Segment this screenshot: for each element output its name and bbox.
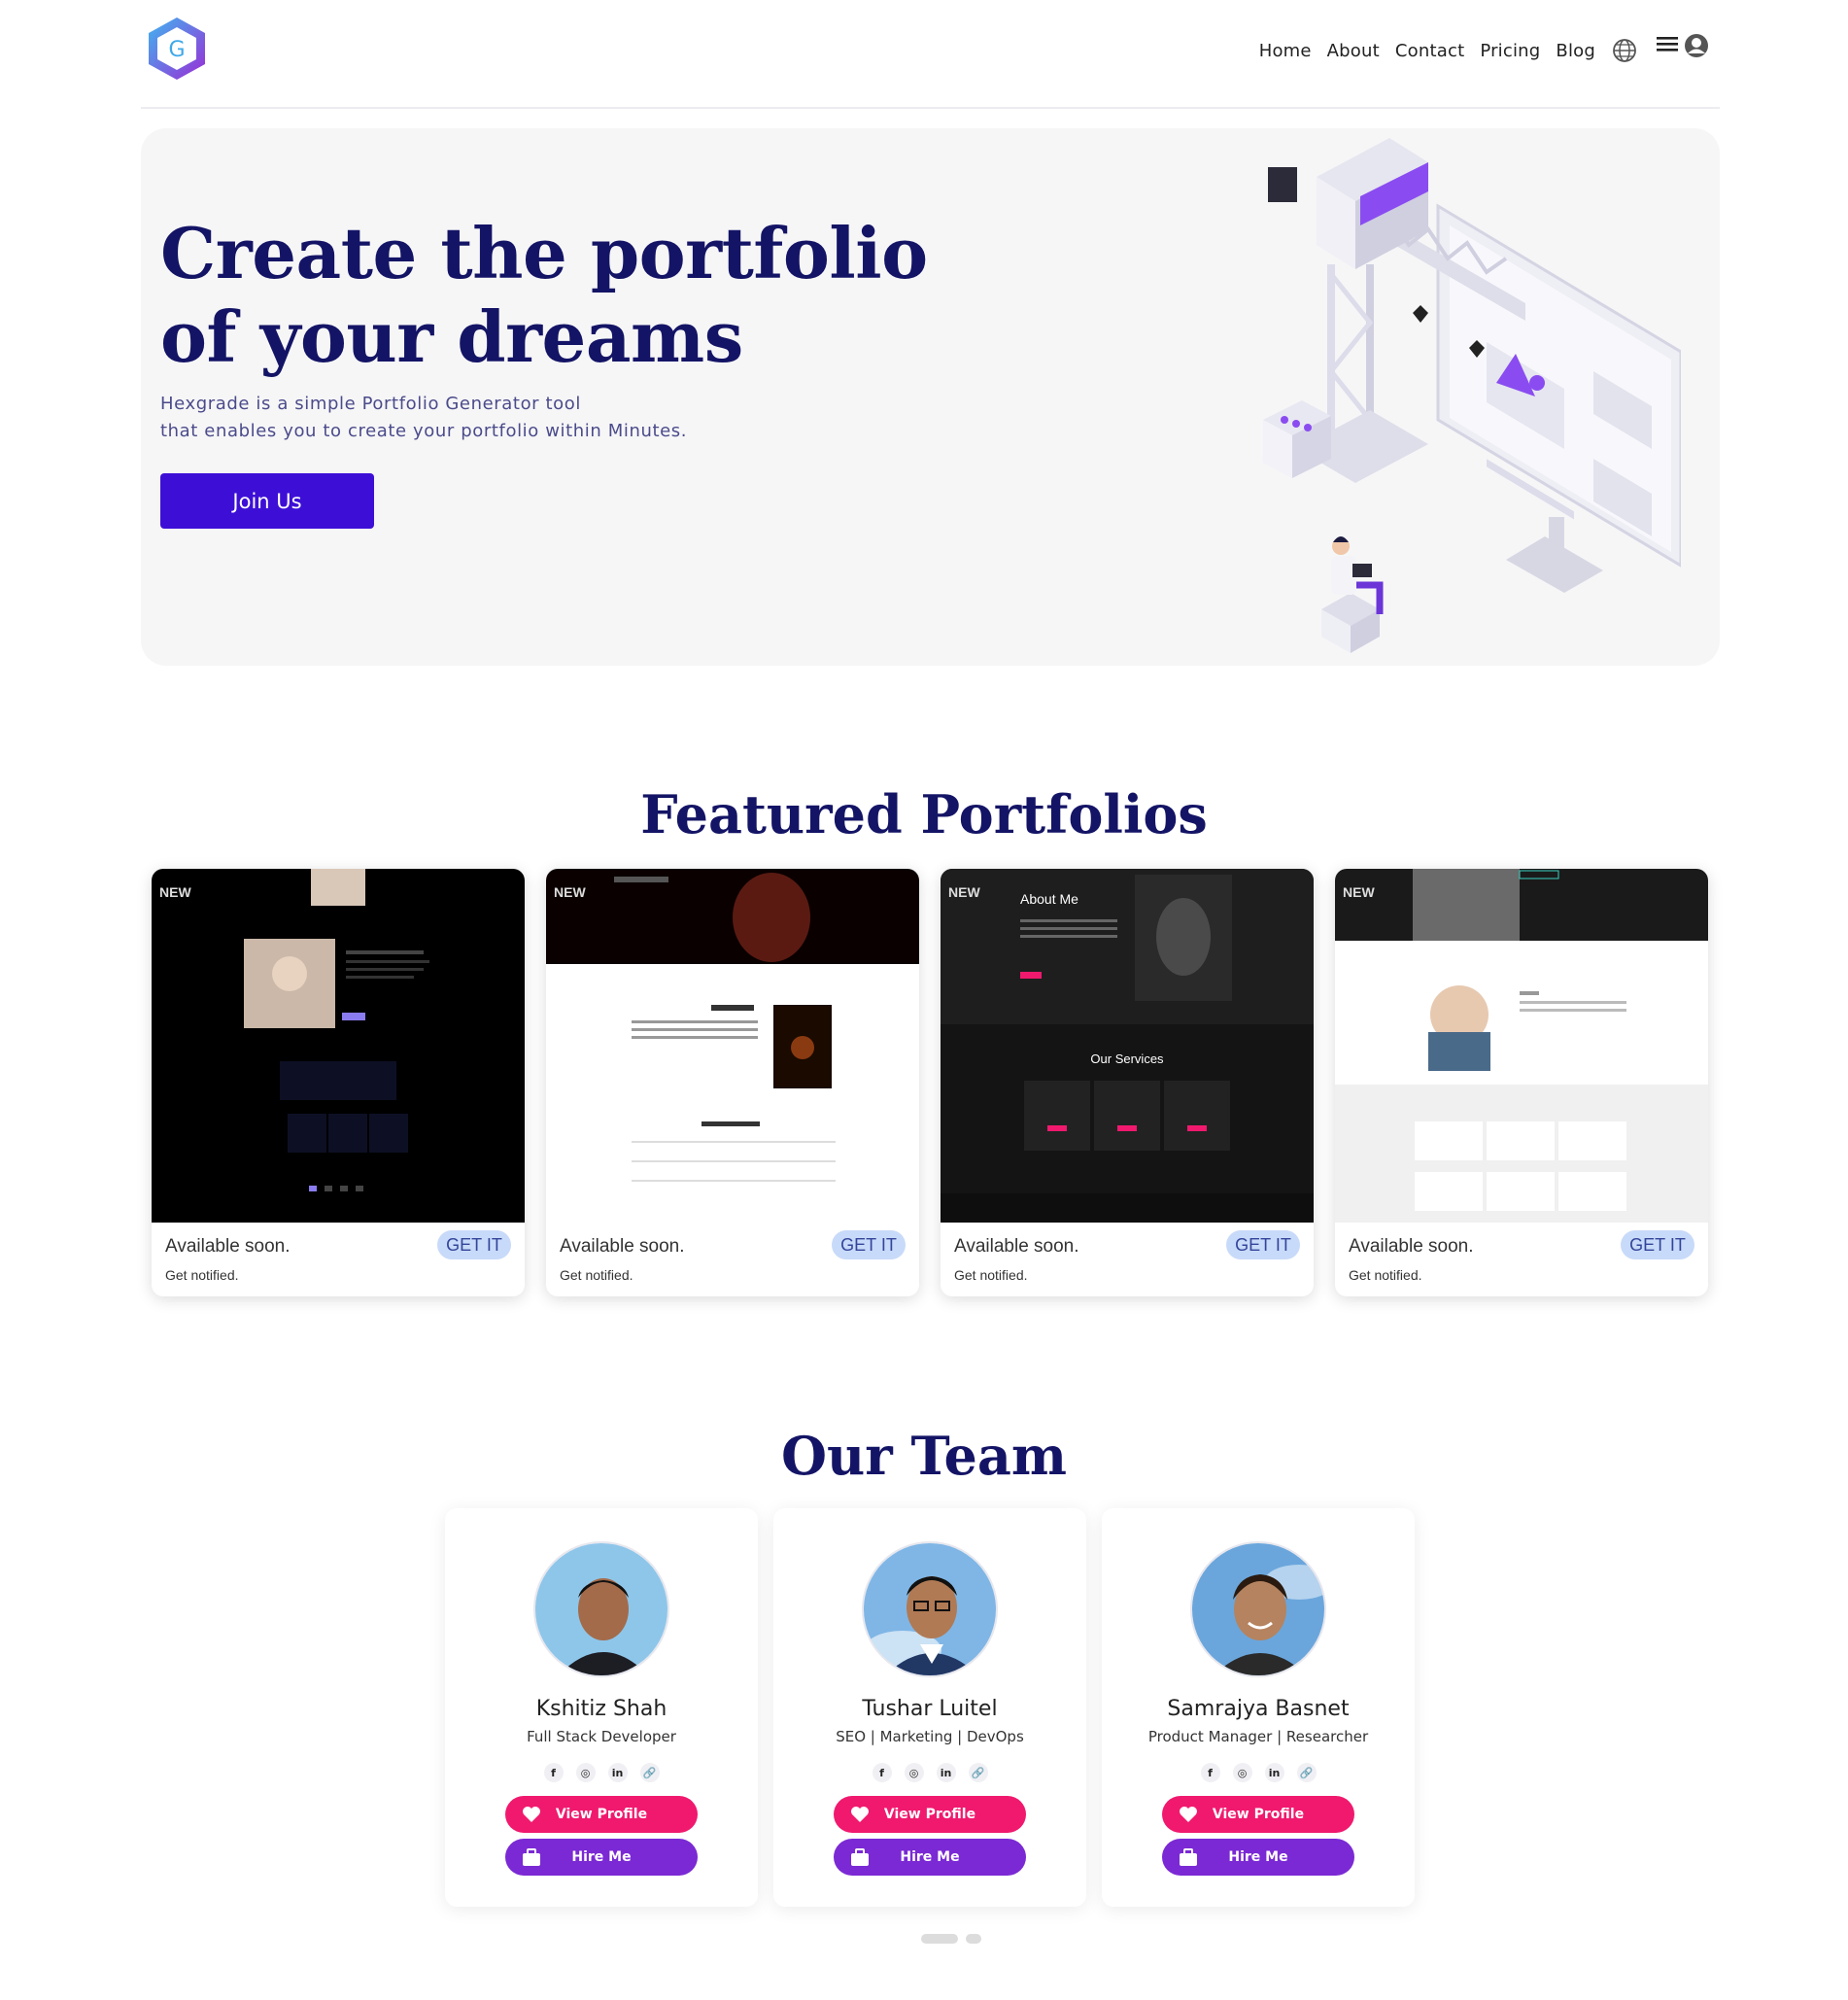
hero-title-line2: of your dreams xyxy=(160,295,743,378)
heart-icon xyxy=(1180,1807,1197,1822)
preview-section: Our Services xyxy=(1090,1052,1164,1066)
portfolio-card[interactable]: NEW Available soon. Get notified. GET IT xyxy=(1335,869,1708,1296)
instagram-icon[interactable]: ◎ xyxy=(1232,1763,1252,1782)
view-profile-label: View Profile xyxy=(1212,1807,1305,1822)
nav-pricing-link[interactable]: Pricing xyxy=(1480,41,1540,61)
hexgrade-logo-icon[interactable]: G xyxy=(145,16,209,82)
hire-me-label: Hire Me xyxy=(900,1849,960,1865)
user-icon[interactable] xyxy=(1683,32,1710,59)
featured-portfolios-title: Featured Portfolios xyxy=(640,783,1208,845)
team-card: Kshitiz Shah Full Stack Developer f ◎ in… xyxy=(445,1508,758,1907)
hamburger-menu-icon[interactable] xyxy=(1654,32,1681,59)
globe-icon[interactable] xyxy=(1611,37,1638,64)
hire-me-label: Hire Me xyxy=(571,1849,632,1865)
get-it-button[interactable]: GET IT xyxy=(1621,1230,1694,1259)
availability-text: Available soon. xyxy=(165,1236,291,1257)
portfolio-preview-image xyxy=(546,869,919,1223)
social-links: f ◎ in 🔗 xyxy=(445,1763,758,1782)
avatar xyxy=(533,1541,669,1677)
nav-home-link[interactable]: Home xyxy=(1259,41,1312,61)
availability-text: Available soon. xyxy=(1349,1236,1474,1257)
new-badge: NEW xyxy=(1343,884,1375,900)
avatar xyxy=(1190,1541,1326,1677)
join-us-button[interactable]: Join Us xyxy=(160,473,374,529)
heart-icon xyxy=(523,1807,540,1822)
get-it-button[interactable]: GET IT xyxy=(437,1230,511,1259)
carousel-dot-active[interactable] xyxy=(921,1934,958,1944)
view-profile-label: View Profile xyxy=(555,1807,648,1822)
portfolio-preview-image xyxy=(1335,869,1708,1223)
hero-title-line1: Create the portfolio xyxy=(160,212,928,294)
portfolio-preview-image: About Me Our Services xyxy=(941,869,1314,1223)
notify-text: Get notified. xyxy=(954,1267,1028,1283)
hero-section: Create the portfolio of your dreams Hexg… xyxy=(141,128,1720,666)
carousel-pagination xyxy=(921,1934,981,1944)
nav-contact-link[interactable]: Contact xyxy=(1395,41,1464,61)
link-icon[interactable]: 🔗 xyxy=(968,1763,988,1782)
new-badge: NEW xyxy=(948,884,980,900)
team-card: Samrajya Basnet Product Manager | Resear… xyxy=(1102,1508,1415,1907)
briefcase-icon xyxy=(523,1848,540,1866)
view-profile-button[interactable]: View Profile xyxy=(505,1796,698,1833)
facebook-icon[interactable]: f xyxy=(543,1763,564,1782)
crane-monitor-illustration xyxy=(1263,138,1681,653)
heart-icon xyxy=(851,1807,869,1822)
get-it-button[interactable]: GET IT xyxy=(832,1230,906,1259)
notify-text: Get notified. xyxy=(1349,1267,1422,1283)
briefcase-icon xyxy=(851,1848,869,1866)
portfolio-cards: NEW Available soon. Get notified. GET IT xyxy=(152,869,1708,1296)
our-team-title: Our Team xyxy=(780,1425,1068,1487)
facebook-icon[interactable]: f xyxy=(1200,1763,1220,1782)
nav-about-link[interactable]: About xyxy=(1327,41,1380,61)
portfolio-card[interactable]: NEW Available soon. Get notified. GET IT xyxy=(152,869,525,1296)
link-icon[interactable]: 🔗 xyxy=(1296,1763,1317,1782)
availability-text: Available soon. xyxy=(560,1236,685,1257)
hire-me-label: Hire Me xyxy=(1228,1849,1288,1865)
new-badge: NEW xyxy=(159,884,191,900)
nav-blog-link[interactable]: Blog xyxy=(1556,41,1595,61)
hero-subtitle-line2: that enables you to create your portfoli… xyxy=(160,421,688,441)
carousel-dot[interactable] xyxy=(966,1934,981,1944)
get-it-button[interactable]: GET IT xyxy=(1226,1230,1300,1259)
hire-me-button[interactable]: Hire Me xyxy=(1162,1839,1354,1876)
link-icon[interactable]: 🔗 xyxy=(639,1763,660,1782)
notify-text: Get notified. xyxy=(165,1267,239,1283)
member-role: Full Stack Developer xyxy=(527,1728,676,1745)
nav-menu: Home About Contact Pricing Blog xyxy=(1259,34,1710,64)
member-name: Samrajya Basnet xyxy=(1167,1697,1350,1721)
avatar xyxy=(862,1541,998,1677)
view-profile-button[interactable]: View Profile xyxy=(1162,1796,1354,1833)
linkedin-icon[interactable]: in xyxy=(607,1763,628,1782)
portfolio-preview-image xyxy=(152,869,525,1223)
social-links: f ◎ in 🔗 xyxy=(773,1763,1086,1782)
view-profile-label: View Profile xyxy=(883,1807,976,1822)
portfolio-card[interactable]: About Me Our Services NEW Available soon… xyxy=(941,869,1314,1296)
instagram-icon[interactable]: ◎ xyxy=(575,1763,596,1782)
view-profile-button[interactable]: View Profile xyxy=(834,1796,1026,1833)
social-links: f ◎ in 🔗 xyxy=(1102,1763,1415,1782)
member-name: Tushar Luitel xyxy=(862,1697,998,1721)
hero-subtitle-line1: Hexgrade is a simple Portfolio Generator… xyxy=(160,394,581,414)
availability-text: Available soon. xyxy=(954,1236,1079,1257)
preview-heading: About Me xyxy=(1020,891,1078,907)
member-role: SEO | Marketing | DevOps xyxy=(836,1728,1024,1745)
new-badge: NEW xyxy=(554,884,586,900)
top-navbar: G Home About Contact Pricing Blog xyxy=(141,0,1720,109)
notify-text: Get notified. xyxy=(560,1267,633,1283)
team-card: Tushar Luitel SEO | Marketing | DevOps f… xyxy=(773,1508,1086,1907)
logo-letter: G xyxy=(168,38,185,62)
briefcase-icon xyxy=(1180,1848,1197,1866)
hire-me-button[interactable]: Hire Me xyxy=(505,1839,698,1876)
linkedin-icon[interactable]: in xyxy=(1264,1763,1284,1782)
member-role: Product Manager | Researcher xyxy=(1147,1728,1369,1745)
facebook-icon[interactable]: f xyxy=(872,1763,892,1782)
hire-me-button[interactable]: Hire Me xyxy=(834,1839,1026,1876)
portfolio-card[interactable]: NEW Available soon. Get notified. GET IT xyxy=(546,869,919,1296)
hero-title: Create the portfolio of your dreams xyxy=(160,212,938,379)
hero-subtitle: Hexgrade is a simple Portfolio Generator… xyxy=(160,391,743,445)
instagram-icon[interactable]: ◎ xyxy=(904,1763,924,1782)
member-name: Kshitiz Shah xyxy=(535,1697,667,1721)
linkedin-icon[interactable]: in xyxy=(936,1763,956,1782)
